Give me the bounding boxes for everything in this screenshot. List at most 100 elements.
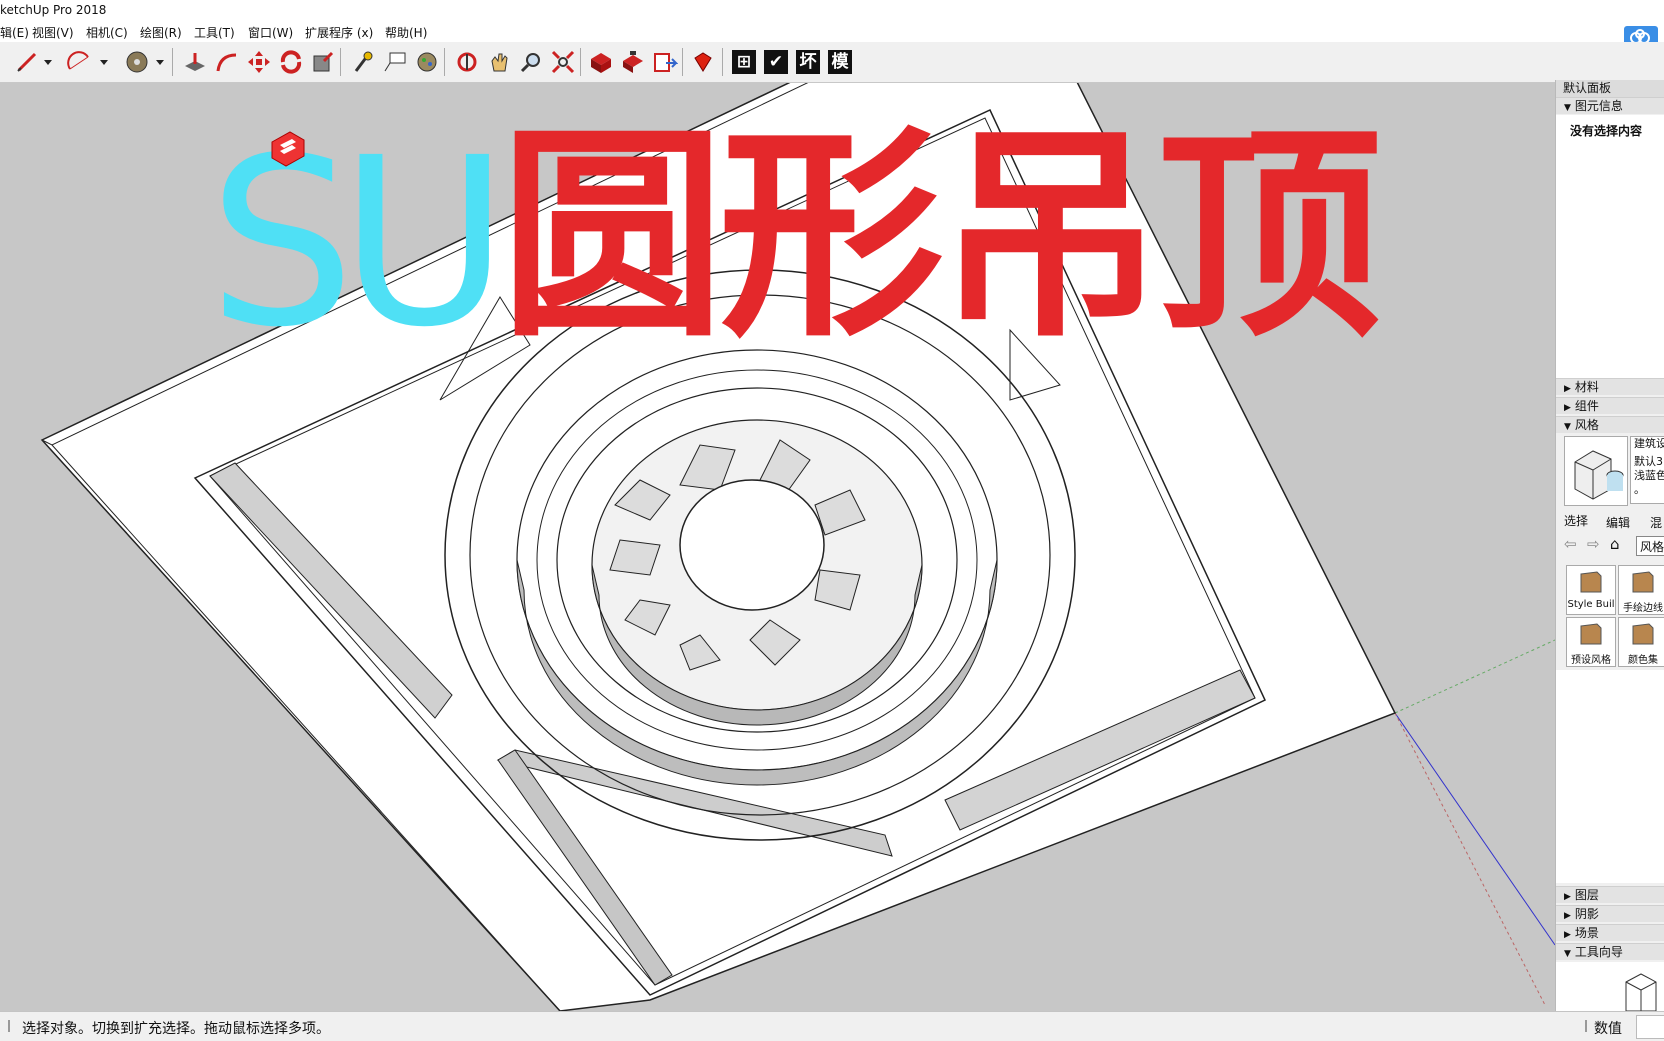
folder-icon xyxy=(1632,571,1654,593)
center-disc xyxy=(679,479,825,611)
model-viewport[interactable]: SU 圆形吊顶 xyxy=(0,83,1555,1011)
red-axis xyxy=(1394,712,1546,1006)
ruby-icon[interactable] xyxy=(690,49,716,75)
rotate-icon[interactable] xyxy=(278,49,304,75)
instructor-cube-icon xyxy=(1625,973,1657,1011)
style-folder-item[interactable]: 颜色集 xyxy=(1618,617,1664,667)
instructor-label: 工具向导 xyxy=(1574,945,1623,959)
instructor-body xyxy=(1556,962,1664,1011)
overlay-title-text: 圆形吊顶 xyxy=(500,106,1382,368)
menu-draw[interactable]: 绘图(R) xyxy=(140,24,182,41)
folder-icon xyxy=(1580,571,1602,593)
layers-label: 图层 xyxy=(1574,888,1599,902)
shadows-header[interactable]: ▶ 阴影 xyxy=(1556,905,1664,922)
entity-info-body: 没有选择内容 xyxy=(1556,115,1664,380)
window-title: ketchUp Pro 2018 xyxy=(0,3,107,17)
menu-camera[interactable]: 相机(C) xyxy=(86,24,128,41)
style-folder-item[interactable]: 预设风格 xyxy=(1566,617,1616,667)
style-desc-line-3: 。 xyxy=(1634,483,1645,496)
style-description: 建筑设 默认3 浅蓝色 。 xyxy=(1630,436,1664,504)
paint-icon[interactable] xyxy=(414,49,440,75)
push-pull-icon[interactable] xyxy=(182,49,208,75)
title-bar: ketchUp Pro 2018 xyxy=(0,0,1664,20)
forward-arrow-icon[interactable]: ⇨ xyxy=(1587,535,1600,553)
menu-tools[interactable]: 工具(T) xyxy=(194,24,235,41)
layers-header[interactable]: ▶ 图层 xyxy=(1556,886,1664,903)
menu-edit[interactable]: 辑(E) xyxy=(0,24,29,41)
extension-warehouse-icon[interactable] xyxy=(620,49,646,75)
style-folder-label: 预设风格 xyxy=(1571,655,1611,666)
cube-icon xyxy=(1574,450,1624,500)
table-button[interactable]: ⊞ xyxy=(732,50,756,74)
styles-empty-area xyxy=(1556,670,1664,883)
no-selection-text: 没有选择内容 xyxy=(1570,124,1643,138)
mo-button[interactable]: 模 xyxy=(828,50,852,74)
styles-header[interactable]: ▼ 风格 xyxy=(1556,416,1664,433)
main-toolbar: ⊞ ✔ 坏 模 xyxy=(0,42,1664,83)
status-divider xyxy=(1585,1020,1587,1032)
menu-view[interactable]: 视图(V) xyxy=(32,24,74,41)
check-button[interactable]: ✔ xyxy=(764,50,788,74)
style-folder-item[interactable]: Style Buil xyxy=(1566,565,1616,615)
style-desc-line-1: 默认3 xyxy=(1634,455,1663,468)
paint-bucket-icon[interactable] xyxy=(124,49,150,75)
style-folder-label: 手绘边线 xyxy=(1623,603,1663,614)
status-bar: 选择对象。切换到扩充选择。拖动鼠标选择多项。 数值 xyxy=(0,1011,1664,1041)
tape-measure-icon[interactable] xyxy=(350,49,376,75)
measurements-input[interactable] xyxy=(1636,1015,1664,1039)
components-header[interactable]: ▶ 组件 xyxy=(1556,397,1664,414)
pencil-icon[interactable] xyxy=(14,49,40,75)
dropdown-icon[interactable] xyxy=(42,49,54,75)
materials-label: 材料 xyxy=(1574,380,1599,394)
entity-info-label: 图元信息 xyxy=(1574,99,1623,113)
entity-info-header[interactable]: ▼ 图元信息 xyxy=(1556,97,1664,114)
zoom-extents-icon[interactable] xyxy=(550,49,576,75)
style-name: 建筑设 xyxy=(1634,437,1664,450)
arc-icon[interactable] xyxy=(66,49,92,75)
style-folder-label: Style Buil xyxy=(1567,599,1615,610)
menu-window[interactable]: 窗口(W) xyxy=(248,24,293,41)
toolbar-separator xyxy=(444,48,445,76)
style-desc-line-2: 浅蓝色 xyxy=(1634,469,1664,482)
orbit-icon[interactable] xyxy=(454,49,480,75)
scenes-header[interactable]: ▶ 场景 xyxy=(1556,924,1664,941)
toolbar-separator xyxy=(340,48,341,76)
scenes-label: 场景 xyxy=(1574,926,1599,940)
materials-header[interactable]: ▶ 材料 xyxy=(1556,378,1664,395)
style-library-select[interactable]: 风格 xyxy=(1636,536,1664,556)
toolbar-separator xyxy=(172,48,173,76)
overlay-su-text: SU xyxy=(208,108,509,378)
green-axis xyxy=(1394,639,1555,714)
styles-label: 风格 xyxy=(1574,418,1599,432)
toolbar-separator xyxy=(580,48,581,76)
instructor-header[interactable]: ▼ 工具向导 xyxy=(1556,943,1664,960)
blue-axis xyxy=(1394,712,1555,946)
folder-icon xyxy=(1580,623,1602,645)
huai-button[interactable]: 坏 xyxy=(796,50,820,74)
tab-mix[interactable]: 混 xyxy=(1650,514,1662,531)
pan-icon[interactable] xyxy=(486,49,512,75)
tab-edit[interactable]: 编辑 xyxy=(1606,514,1630,531)
menu-help[interactable]: 帮助(H) xyxy=(385,24,427,41)
text-icon[interactable] xyxy=(382,49,408,75)
dropdown-icon[interactable] xyxy=(98,49,110,75)
home-icon[interactable]: ⌂ xyxy=(1610,535,1620,553)
dropdown-icon[interactable] xyxy=(154,49,166,75)
toolbar-separator xyxy=(722,48,723,76)
send-to-layout-icon[interactable] xyxy=(652,49,678,75)
folder-icon xyxy=(1632,623,1654,645)
tab-select[interactable]: 选择 xyxy=(1564,512,1588,529)
follow-me-icon[interactable] xyxy=(214,49,240,75)
toolbar-separator xyxy=(682,48,683,76)
menu-extensions[interactable]: 扩展程序 (x) xyxy=(305,24,373,41)
status-divider xyxy=(8,1020,10,1032)
scale-icon[interactable] xyxy=(310,49,336,75)
style-thumbnail[interactable] xyxy=(1564,436,1628,506)
move-icon[interactable] xyxy=(246,49,272,75)
style-folder-item[interactable]: 手绘边线 xyxy=(1618,565,1664,615)
tray-title: 默认面板 xyxy=(1556,80,1664,97)
warehouse-icon[interactable] xyxy=(588,49,614,75)
back-arrow-icon[interactable]: ⇦ xyxy=(1564,535,1577,553)
zoom-icon[interactable] xyxy=(518,49,544,75)
sketchup-logo-icon xyxy=(271,131,305,167)
